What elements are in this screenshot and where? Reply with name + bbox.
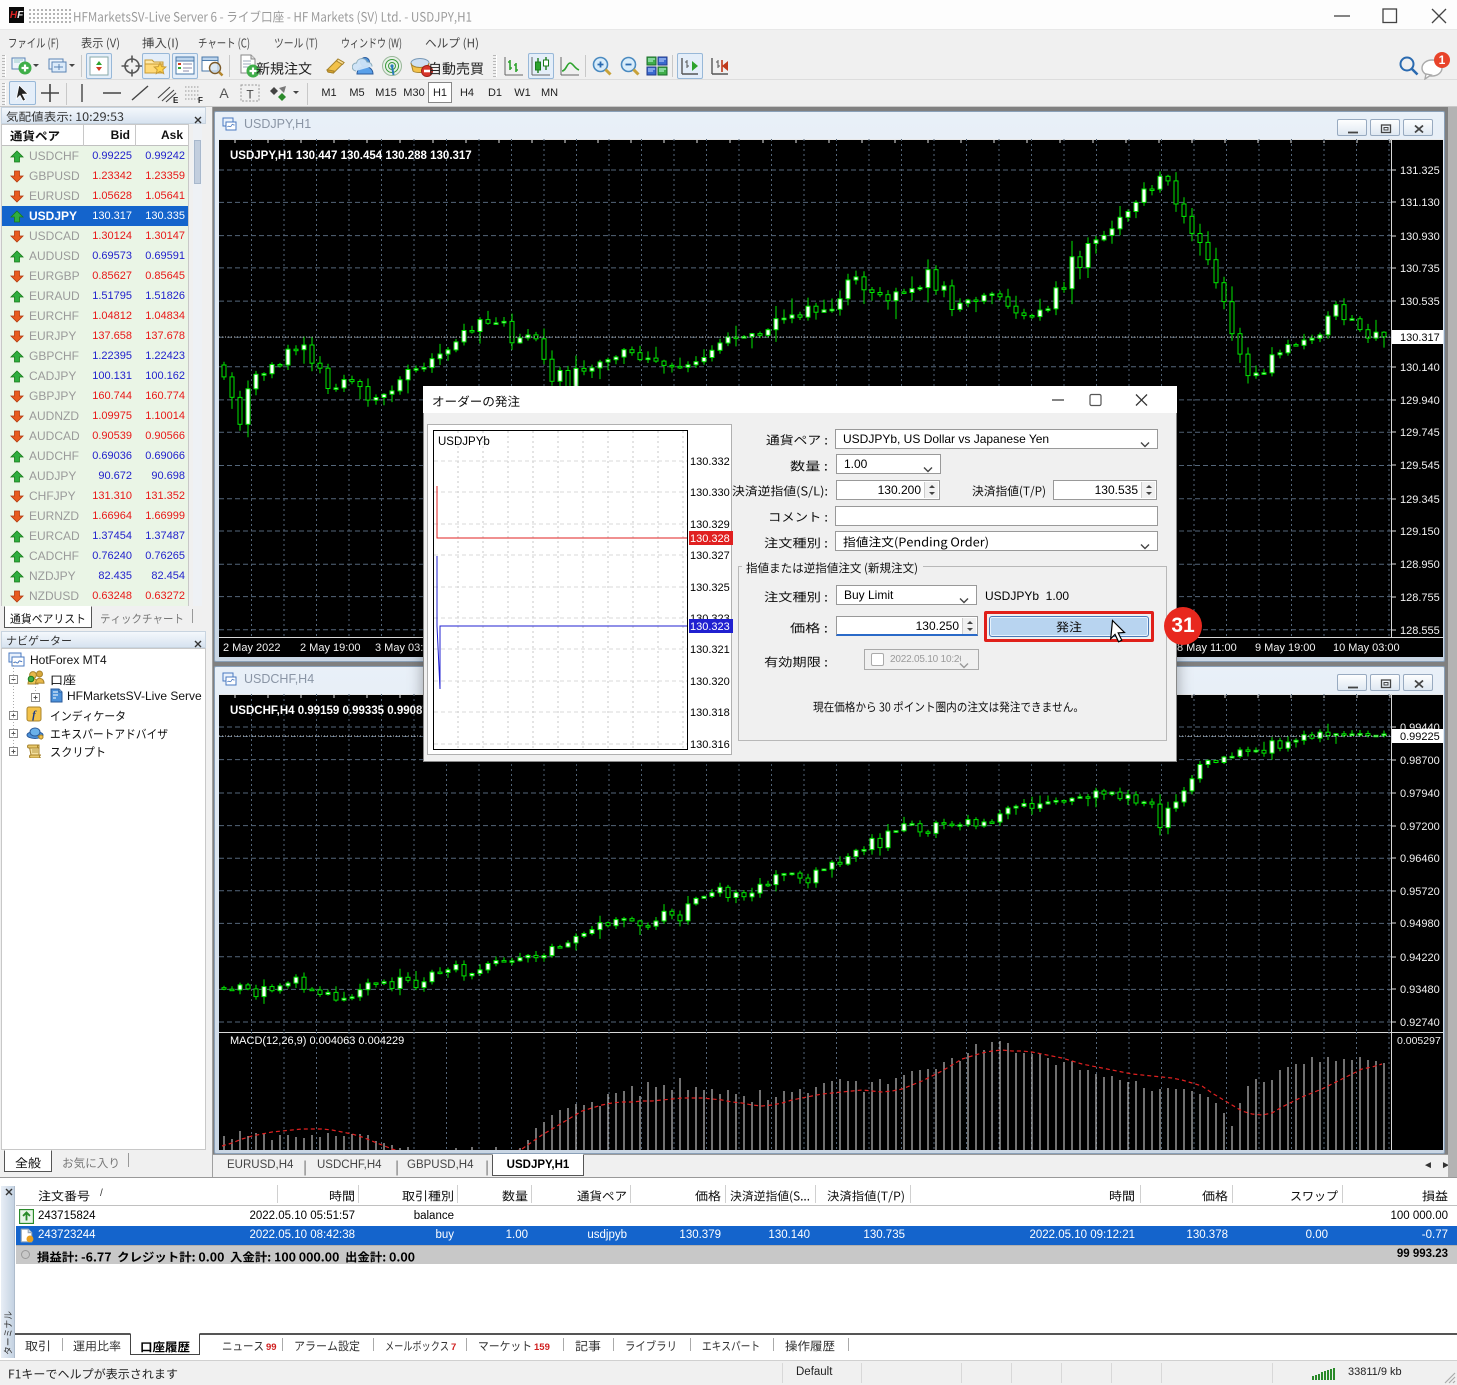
svg-text:0.98700: 0.98700 <box>1400 755 1440 767</box>
svg-text:130.535: 130.535 <box>1400 296 1440 308</box>
svg-text:130.320: 130.320 <box>690 676 730 688</box>
svg-text:130.140: 130.140 <box>1400 362 1440 374</box>
svg-text:131.325: 131.325 <box>1400 165 1440 177</box>
svg-text:2 May 19:00: 2 May 19:00 <box>300 642 361 654</box>
svg-text:0.96460: 0.96460 <box>1400 853 1440 865</box>
svg-text:0.93480: 0.93480 <box>1400 984 1440 996</box>
svg-text:128.755: 128.755 <box>1400 592 1440 604</box>
svg-text:0.97200: 0.97200 <box>1400 821 1440 833</box>
svg-text:130.321: 130.321 <box>690 644 730 656</box>
svg-text:129.150: 129.150 <box>1400 526 1440 538</box>
svg-text:0.95720: 0.95720 <box>1400 886 1440 898</box>
svg-text:130.325: 130.325 <box>690 582 730 594</box>
svg-text:T: T <box>246 88 254 102</box>
svg-text:130.316: 130.316 <box>690 739 730 751</box>
svg-text:1: 1 <box>1439 53 1446 67</box>
svg-text:MACD(12,26,9) 0.004063 0.00422: MACD(12,26,9) 0.004063 0.004229 <box>230 1035 404 1047</box>
svg-text:131.130: 131.130 <box>1400 197 1440 209</box>
svg-text:2 May 2022: 2 May 2022 <box>223 642 280 654</box>
svg-text:130.735: 130.735 <box>1400 263 1440 275</box>
svg-text:0.94220: 0.94220 <box>1400 952 1440 964</box>
svg-text:130.329: 130.329 <box>690 519 730 531</box>
svg-text:129.745: 129.745 <box>1400 427 1440 439</box>
svg-text:130.328: 130.328 <box>690 533 730 545</box>
svg-text:130.317: 130.317 <box>1400 332 1440 344</box>
svg-text:130.327: 130.327 <box>690 550 730 562</box>
svg-text:0.99225: 0.99225 <box>1400 731 1440 743</box>
svg-text:130.330: 130.330 <box>690 487 730 499</box>
svg-text:USDJPY,H1 130.447 130.454 130: USDJPY,H1 130.447 130.454 130.288 130.31… <box>230 150 472 162</box>
svg-text:0.97940: 0.97940 <box>1400 788 1440 800</box>
svg-text:USDJPYb: USDJPYb <box>438 436 490 448</box>
svg-text:0.005297: 0.005297 <box>1397 1035 1441 1047</box>
svg-text:129.940: 129.940 <box>1400 395 1440 407</box>
svg-text:E: E <box>173 96 179 104</box>
svg-text:128.555: 128.555 <box>1400 625 1440 637</box>
svg-text:130.930: 130.930 <box>1400 231 1440 243</box>
svg-text:10 May 03:00: 10 May 03:00 <box>1333 642 1400 654</box>
svg-text:129.345: 129.345 <box>1400 494 1440 506</box>
svg-text:130.323: 130.323 <box>690 621 730 633</box>
svg-text:9 May 19:00: 9 May 19:00 <box>1255 642 1316 654</box>
svg-text:0.94980: 0.94980 <box>1400 918 1440 930</box>
svg-text:F: F <box>198 96 203 104</box>
svg-text:130.332: 130.332 <box>690 456 730 468</box>
svg-text:0.92740: 0.92740 <box>1400 1017 1440 1029</box>
svg-text:130.318: 130.318 <box>690 707 730 719</box>
svg-text:128.950: 128.950 <box>1400 559 1440 571</box>
svg-text:129.545: 129.545 <box>1400 460 1440 472</box>
